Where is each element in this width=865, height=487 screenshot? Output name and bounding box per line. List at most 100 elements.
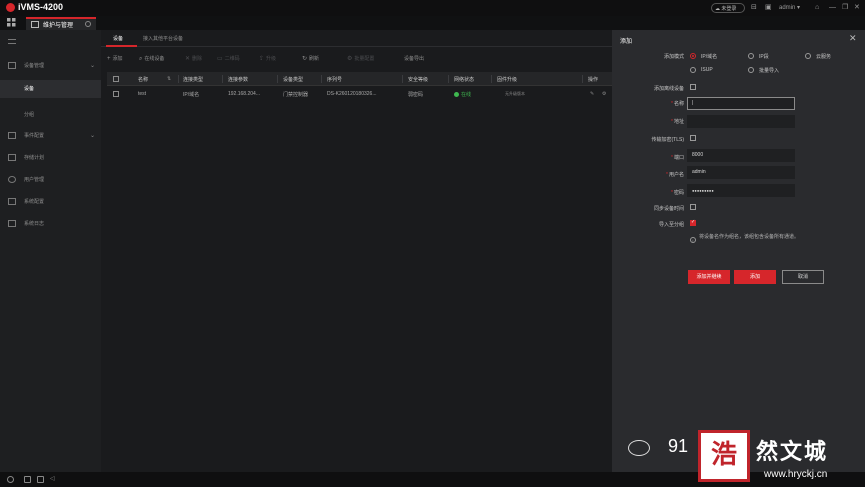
chevron-down-icon: ⌄ <box>90 63 96 69</box>
tls-checkbox[interactable] <box>690 135 696 141</box>
row-checkbox[interactable] <box>113 91 119 97</box>
table-row[interactable]: test IP/域名 192.168.204... 门禁控制器 DS-K2601… <box>107 87 612 102</box>
screen-icon[interactable] <box>37 476 44 483</box>
batch-config-button[interactable]: ⚙ 批量配置 <box>347 55 374 62</box>
name-label: *名称 <box>624 100 684 107</box>
mode-batch-import-radio[interactable] <box>748 67 754 73</box>
delete-button[interactable]: ✕ 删除 <box>185 55 202 62</box>
close-window-icon[interactable]: ✕ <box>854 3 860 13</box>
address-input[interactable] <box>687 115 795 128</box>
mode-isup-radio[interactable] <box>690 67 696 73</box>
sidebar-item-storage-schedule[interactable]: 存储计划 <box>0 150 101 166</box>
column-header-firmware[interactable]: 固件升级 <box>497 76 517 83</box>
column-divider[interactable] <box>448 75 449 83</box>
lock-screen-icon[interactable]: ⌂ <box>815 3 819 13</box>
tab-other-platform[interactable]: 接入其他平台设备 <box>143 35 183 42</box>
maximize-icon[interactable]: ❐ <box>842 3 848 13</box>
speaker-icon[interactable]: ◁ <box>50 475 57 482</box>
edit-icon[interactable]: ✎ <box>590 91 594 97</box>
cloud-login-button[interactable]: ☁ 未登录 <box>711 3 745 13</box>
required-mark: * <box>671 119 673 125</box>
watermark-text: 然文城 <box>756 439 829 465</box>
mode-cloud-radio[interactable] <box>805 53 811 59</box>
column-header-name[interactable]: 名称 <box>138 76 148 83</box>
monitor-icon[interactable]: ▣ <box>765 3 772 13</box>
tab-device[interactable]: 设备 <box>113 35 123 42</box>
sidebar-item-label: 事件配置 <box>24 133 45 139</box>
mode-ip-segment-radio[interactable] <box>748 53 754 59</box>
mode-ip-segment-label: IP段 <box>759 54 769 60</box>
column-header-network[interactable]: 网络状态 <box>454 76 474 83</box>
upgrade-button[interactable]: ⇪ 升级 <box>259 55 276 62</box>
module-grid-icon[interactable] <box>7 18 16 27</box>
column-divider[interactable] <box>321 75 322 83</box>
sort-icon[interactable]: ⇅ <box>167 76 171 82</box>
column-divider[interactable] <box>178 75 179 83</box>
column-divider[interactable] <box>222 75 223 83</box>
required-mark: * <box>671 101 673 107</box>
delete-icon[interactable] <box>24 476 31 483</box>
sidebar-item-event-config[interactable]: 事件配置 ⌄ <box>0 128 101 144</box>
cell-security: 弱密码 <box>408 92 424 98</box>
tab-close-icon[interactable] <box>85 21 91 27</box>
sidebar-item-system-config[interactable]: 系统配置 <box>0 194 101 210</box>
sidebar-item-label: 设备管理 <box>24 63 45 69</box>
cell-firmware: 无升级版本 <box>505 91 525 96</box>
sidebar-item-group[interactable]: 分组 <box>0 106 101 124</box>
mode-isup-label: ISUP <box>701 67 713 73</box>
close-icon[interactable]: ✕ <box>849 34 857 43</box>
cancel-button[interactable]: 取消 <box>782 270 824 284</box>
add-button[interactable]: 添加 <box>734 270 776 284</box>
sidebar-item-user-management[interactable]: 用户管理 <box>0 172 101 188</box>
column-divider[interactable] <box>402 75 403 83</box>
wechat-icon <box>628 440 650 456</box>
label-text: 端口 <box>673 155 684 161</box>
button-label: 刷新 <box>309 56 320 62</box>
column-divider[interactable] <box>582 75 583 83</box>
column-divider[interactable] <box>277 75 278 83</box>
import-group-label: 导入至分组 <box>658 222 684 228</box>
sidebar-collapse-icon[interactable] <box>8 39 16 44</box>
add-device-button[interactable]: + 添加 <box>107 55 123 62</box>
sidebar-item-label: 系统日志 <box>24 221 45 227</box>
settings-icon[interactable]: ⚙ <box>602 91 606 97</box>
port-input[interactable]: 8000 <box>687 149 795 162</box>
required-mark: * <box>671 155 673 161</box>
column-header-operation: 操作 <box>588 77 599 83</box>
button-label: 删除 <box>192 56 203 62</box>
column-header-security[interactable]: 安全等级 <box>408 76 428 83</box>
online-device-button[interactable]: ⌕ 在线设备 <box>139 55 164 63</box>
mode-ip-radio[interactable] <box>690 53 696 59</box>
label-text: 名称 <box>673 101 684 107</box>
user-menu[interactable]: admin ▾ <box>779 3 800 13</box>
column-header-conn-param[interactable]: 连接参数 <box>228 76 248 83</box>
import-group-checkbox[interactable] <box>690 219 696 226</box>
column-header-conn-type[interactable]: 连接类型 <box>183 76 203 83</box>
column-header-serial[interactable]: 序列号 <box>327 76 342 83</box>
app-logo-icon <box>6 3 15 12</box>
offline-device-checkbox[interactable] <box>690 84 696 90</box>
tab-bar: 维护与管理 <box>0 16 865 30</box>
tab-maintenance[interactable]: 维护与管理 <box>26 17 96 30</box>
export-device-button[interactable]: 设备导出 <box>404 55 424 62</box>
sync-time-checkbox[interactable] <box>690 204 696 210</box>
username-input[interactable]: admin <box>687 166 795 179</box>
name-input[interactable]: | <box>687 97 795 110</box>
lock-icon[interactable]: ⊟ <box>751 3 757 13</box>
device-toolbar: + 添加 ⌕ 在线设备 ✕ 删除 ▭ 二维码 ⇪ 升级 ↻ 刷新 ⚙ 批量配置 设备导出 <box>101 52 612 66</box>
port-label: *端口 <box>624 154 684 161</box>
column-header-device-type[interactable]: 设备类型 <box>283 76 303 83</box>
select-all-checkbox[interactable] <box>113 76 119 82</box>
refresh-button[interactable]: ↻ 刷新 <box>302 55 319 62</box>
add-and-continue-button[interactable]: 添加并继续 <box>688 270 730 284</box>
sidebar-item-device[interactable]: 设备 <box>0 80 101 98</box>
button-label: 二维码 <box>224 56 240 62</box>
qrcode-button[interactable]: ▭ 二维码 <box>217 55 240 62</box>
alarm-icon[interactable] <box>7 476 14 483</box>
sidebar-item-system-log[interactable]: 系统日志 <box>0 216 101 232</box>
password-input[interactable]: ●●●●●●●●● <box>687 184 795 197</box>
active-tab-indicator <box>106 45 137 47</box>
column-divider[interactable] <box>491 75 492 83</box>
minimize-icon[interactable]: — <box>829 3 836 13</box>
sidebar-item-device-management[interactable]: 设备管理 ⌄ <box>0 58 101 74</box>
